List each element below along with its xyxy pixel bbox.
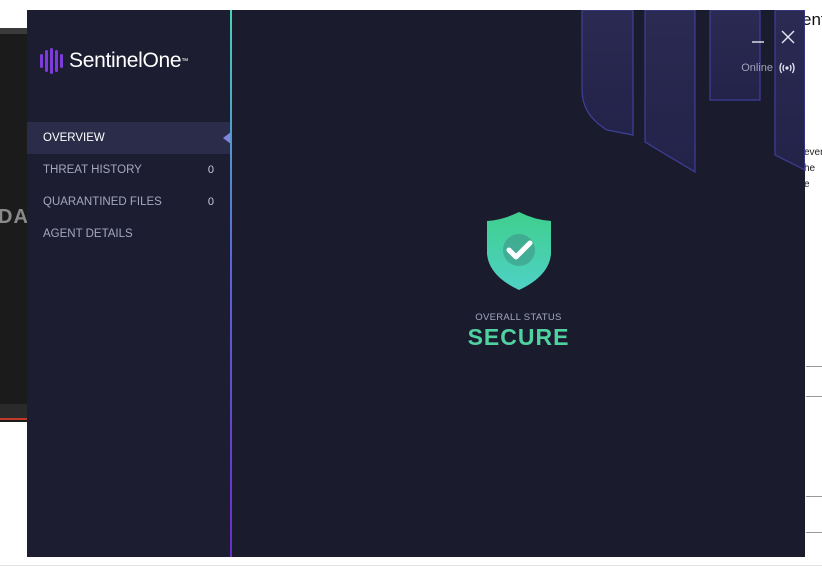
sidebar-item-label: AGENT DETAILS xyxy=(43,228,133,240)
sidebar-item-quarantined-files[interactable]: QUARANTINED FILES 0 xyxy=(27,186,230,218)
minimize-icon[interactable] xyxy=(751,30,765,44)
connection-status: Online xyxy=(741,61,795,75)
background-divider xyxy=(806,396,822,397)
broadcast-icon xyxy=(779,62,795,74)
status-value: SECURE xyxy=(467,324,570,350)
status-label: OVERALL STATUS xyxy=(475,312,562,323)
threat-count-badge: 0 xyxy=(207,164,214,176)
sidebar-item-label: THREAT HISTORY xyxy=(43,164,142,176)
brand-trademark: ™ xyxy=(181,57,189,65)
background-divider xyxy=(806,366,822,367)
sidebar-item-agent-details[interactable]: AGENT DETAILS xyxy=(27,218,230,250)
background-text-fragment: he xyxy=(804,163,816,174)
background-divider xyxy=(806,532,822,533)
brand-name: SentinelOne xyxy=(69,49,182,72)
background-divider xyxy=(806,496,822,497)
sidebar-item-overview[interactable]: OVERVIEW xyxy=(27,122,231,154)
background-window-edge xyxy=(0,404,30,420)
connection-label: Online xyxy=(741,62,773,74)
overall-status: OVERALL STATUS SECURE xyxy=(232,210,805,351)
overview-panel: Online OVERALL STATUS SECURE xyxy=(232,10,805,557)
shield-check-icon xyxy=(486,212,551,290)
quarantine-count-badge: 0 xyxy=(207,196,214,208)
background-divider xyxy=(0,565,822,566)
close-icon[interactable] xyxy=(781,30,795,44)
background-text-fragment: DA xyxy=(0,206,29,228)
sidebar-item-label: OVERVIEW xyxy=(43,132,105,144)
background-title-fragment: ent xyxy=(802,10,822,29)
sentinelone-window: SentinelOne ™ OVERVIEW THREAT HISTORY 0 … xyxy=(27,10,805,557)
brand-logo: SentinelOne ™ xyxy=(40,48,188,74)
window-controls xyxy=(751,30,795,44)
sidebar-item-label: QUARANTINED FILES xyxy=(43,196,162,208)
sidebar-nav: OVERVIEW THREAT HISTORY 0 QUARANTINED FI… xyxy=(27,122,231,250)
sidebar: SentinelOne ™ OVERVIEW THREAT HISTORY 0 … xyxy=(27,10,231,557)
background-text-fragment: ever xyxy=(804,147,822,158)
sentinelone-logo-icon xyxy=(40,48,63,74)
sidebar-item-threat-history[interactable]: THREAT HISTORY 0 xyxy=(27,154,230,186)
